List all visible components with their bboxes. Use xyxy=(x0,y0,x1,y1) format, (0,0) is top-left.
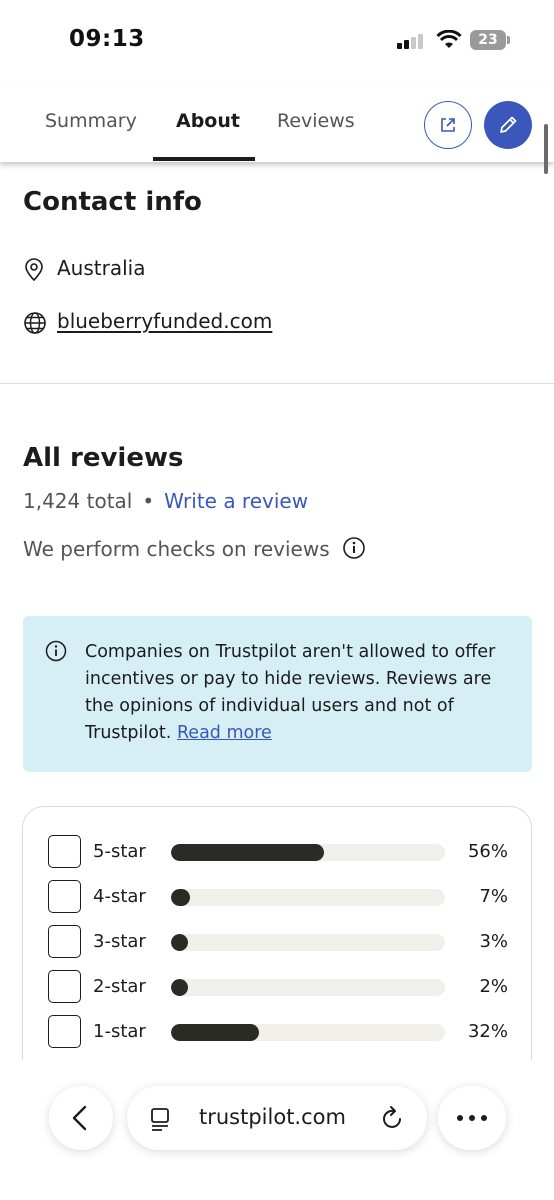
rating-label: 2-star xyxy=(93,976,146,997)
notice-body: Companies on Trustpilot aren't allowed t… xyxy=(85,642,496,743)
visit-website-button[interactable] xyxy=(424,101,472,149)
rating-label: 1-star xyxy=(93,1021,146,1042)
reviews-notice: Companies on Trustpilot aren't allowed t… xyxy=(23,616,532,772)
rating-bar-track xyxy=(171,889,445,906)
rating-bar-track xyxy=(171,844,445,861)
rating-bar-fill xyxy=(171,934,188,951)
reload-icon[interactable] xyxy=(381,1105,405,1131)
back-button[interactable] xyxy=(49,1086,113,1150)
rating-percent: 3% xyxy=(479,931,508,952)
rating-bar-track xyxy=(171,979,445,996)
more-options-button[interactable] xyxy=(438,1086,506,1150)
cellular-signal-icon xyxy=(397,34,423,49)
url-text[interactable]: trustpilot.com xyxy=(199,1105,346,1129)
rating-bar-fill xyxy=(171,889,190,906)
read-more-link[interactable]: Read more xyxy=(177,723,272,743)
battery-level: 23 xyxy=(470,30,506,50)
info-icon[interactable] xyxy=(342,536,366,560)
rating-row-5[interactable]: 5-star 56% xyxy=(48,835,508,871)
info-icon xyxy=(45,640,67,662)
rating-row-1[interactable]: 1-star 32% xyxy=(48,1015,508,1051)
status-bar: 09:13 23 xyxy=(0,0,554,84)
globe-icon xyxy=(24,312,46,334)
tabs-header: Summary About Reviews xyxy=(0,84,554,162)
rating-checkbox[interactable] xyxy=(48,970,81,1003)
active-tab-indicator xyxy=(153,157,255,161)
battery-tip xyxy=(507,36,510,44)
tab-reviews[interactable]: Reviews xyxy=(277,110,355,132)
rating-percent: 2% xyxy=(479,976,508,997)
rating-label: 4-star xyxy=(93,886,146,907)
rating-row-3[interactable]: 3-star 3% xyxy=(48,925,508,961)
section-divider xyxy=(0,383,554,384)
rating-checkbox[interactable] xyxy=(48,835,81,868)
review-checks-text: We perform checks on reviews xyxy=(23,537,330,561)
rating-bar-fill xyxy=(171,1024,259,1041)
pencil-icon xyxy=(500,116,517,133)
map-pin-icon xyxy=(25,258,43,282)
rating-bar-fill xyxy=(171,979,188,996)
website-link[interactable]: blueberryfunded.com xyxy=(57,309,272,333)
tab-summary[interactable]: Summary xyxy=(45,110,137,132)
rating-bar-track xyxy=(171,934,445,951)
reviews-total: 1,424 total xyxy=(23,489,133,513)
rating-percent: 7% xyxy=(479,886,508,907)
contact-info-title: Contact info xyxy=(23,187,202,217)
rating-row-2[interactable]: 2-star 2% xyxy=(48,970,508,1006)
review-checks-line[interactable]: We perform checks on reviews xyxy=(23,532,366,561)
scrollbar[interactable] xyxy=(544,124,548,174)
chevron-left-icon xyxy=(72,1105,87,1131)
page-menu-icon[interactable] xyxy=(149,1107,173,1131)
rating-checkbox[interactable] xyxy=(48,880,81,913)
location-text: Australia xyxy=(57,256,146,280)
status-time: 09:13 xyxy=(69,26,145,52)
rating-label: 5-star xyxy=(93,841,146,862)
rating-bar-track xyxy=(171,1024,445,1041)
wifi-icon xyxy=(436,30,462,48)
reviews-total-line: 1,424 total • Write a review xyxy=(23,489,308,513)
rating-percent: 32% xyxy=(467,1021,508,1042)
rating-checkbox[interactable] xyxy=(48,1015,81,1048)
write-review-link[interactable]: Write a review xyxy=(164,489,308,513)
all-reviews-title: All reviews xyxy=(23,443,184,473)
tab-about[interactable]: About xyxy=(176,110,240,132)
separator-dot: • xyxy=(142,489,155,513)
battery-indicator: 23 xyxy=(470,30,510,50)
write-review-button[interactable] xyxy=(484,101,532,149)
rating-row-4[interactable]: 4-star 7% xyxy=(48,880,508,916)
notice-text: Companies on Trustpilot aren't allowed t… xyxy=(85,639,515,747)
rating-checkbox[interactable] xyxy=(48,925,81,958)
ellipsis-icon xyxy=(457,1115,487,1121)
rating-label: 3-star xyxy=(93,931,146,952)
address-bar[interactable]: trustpilot.com xyxy=(127,1086,427,1150)
rating-bar-fill xyxy=(171,844,324,861)
rating-percent: 56% xyxy=(467,841,508,862)
external-link-icon xyxy=(441,118,455,132)
